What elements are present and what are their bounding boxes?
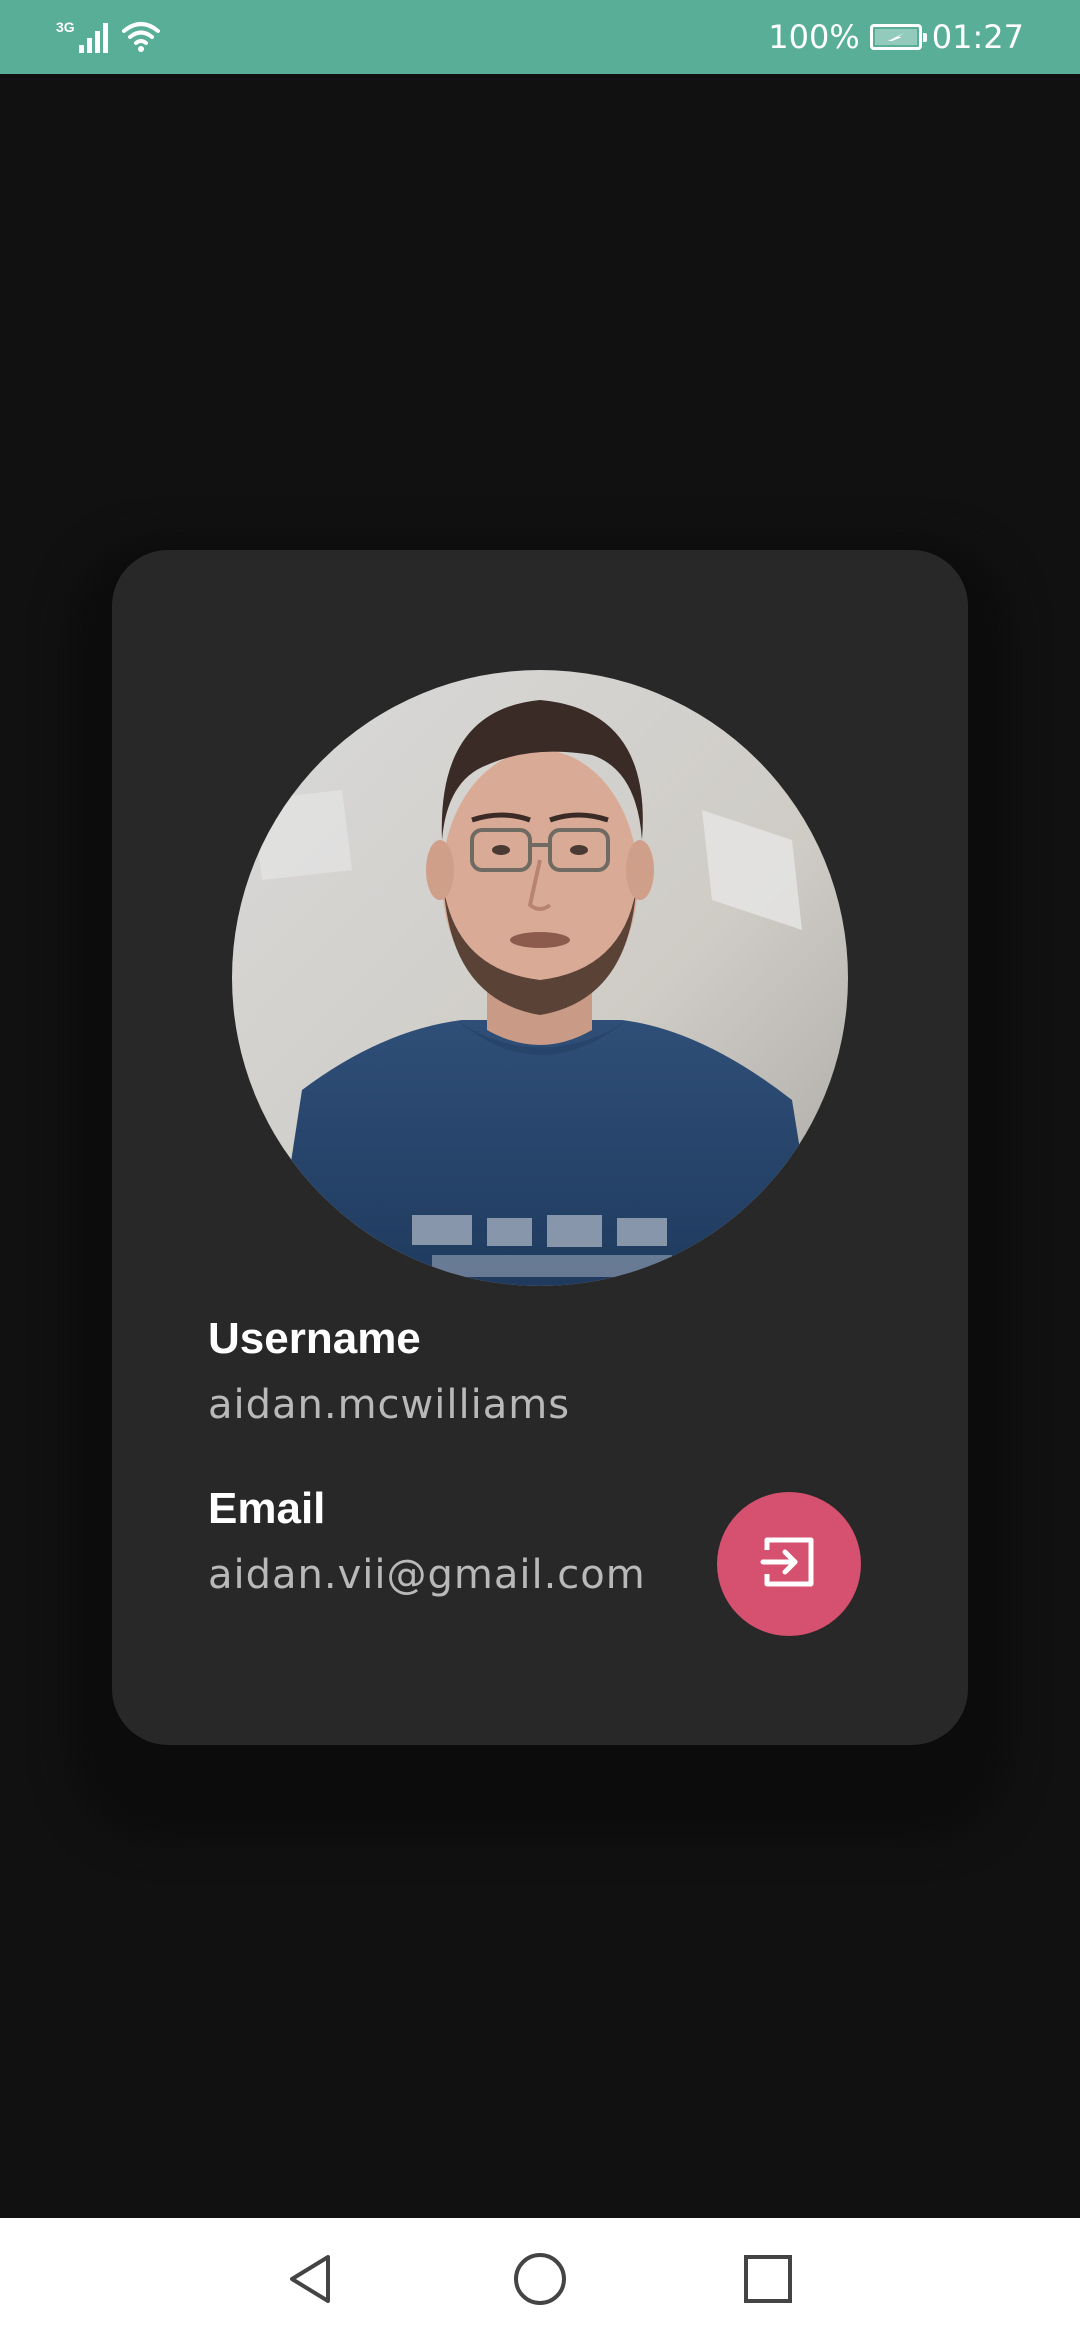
username-label: Username bbox=[208, 1314, 421, 1363]
exit-to-app-icon bbox=[759, 1532, 819, 1597]
recents-icon bbox=[742, 2253, 794, 2310]
status-right: 100% 01:27 bbox=[768, 14, 1024, 60]
profile-screen: 3G 100% 01:27 Username aidan.mcwilliams … bbox=[0, 0, 1080, 2340]
home-icon bbox=[512, 2251, 568, 2312]
battery-percent: 100% bbox=[768, 18, 860, 56]
recents-button[interactable] bbox=[733, 2246, 803, 2316]
signal-icon bbox=[78, 19, 113, 58]
avatar bbox=[232, 670, 848, 1286]
back-icon bbox=[284, 2251, 336, 2312]
logout-button[interactable] bbox=[717, 1492, 861, 1636]
network-type-label: 3G bbox=[56, 19, 75, 35]
profile-card: Username aidan.mcwilliams Email aidan.vi… bbox=[112, 550, 968, 1745]
wifi-icon bbox=[121, 19, 161, 58]
back-button[interactable] bbox=[275, 2246, 345, 2316]
email-value: aidan.vii@gmail.com bbox=[208, 1552, 646, 1598]
email-label: Email bbox=[208, 1484, 326, 1533]
username-value: aidan.mcwilliams bbox=[208, 1382, 571, 1428]
clock: 01:27 bbox=[931, 18, 1024, 56]
status-left-icons: 3G bbox=[56, 16, 161, 58]
status-bar: 3G 100% 01:27 bbox=[0, 0, 1080, 74]
battery-icon bbox=[869, 24, 927, 50]
navigation-bar bbox=[0, 2218, 1080, 2340]
home-button[interactable] bbox=[505, 2246, 575, 2316]
